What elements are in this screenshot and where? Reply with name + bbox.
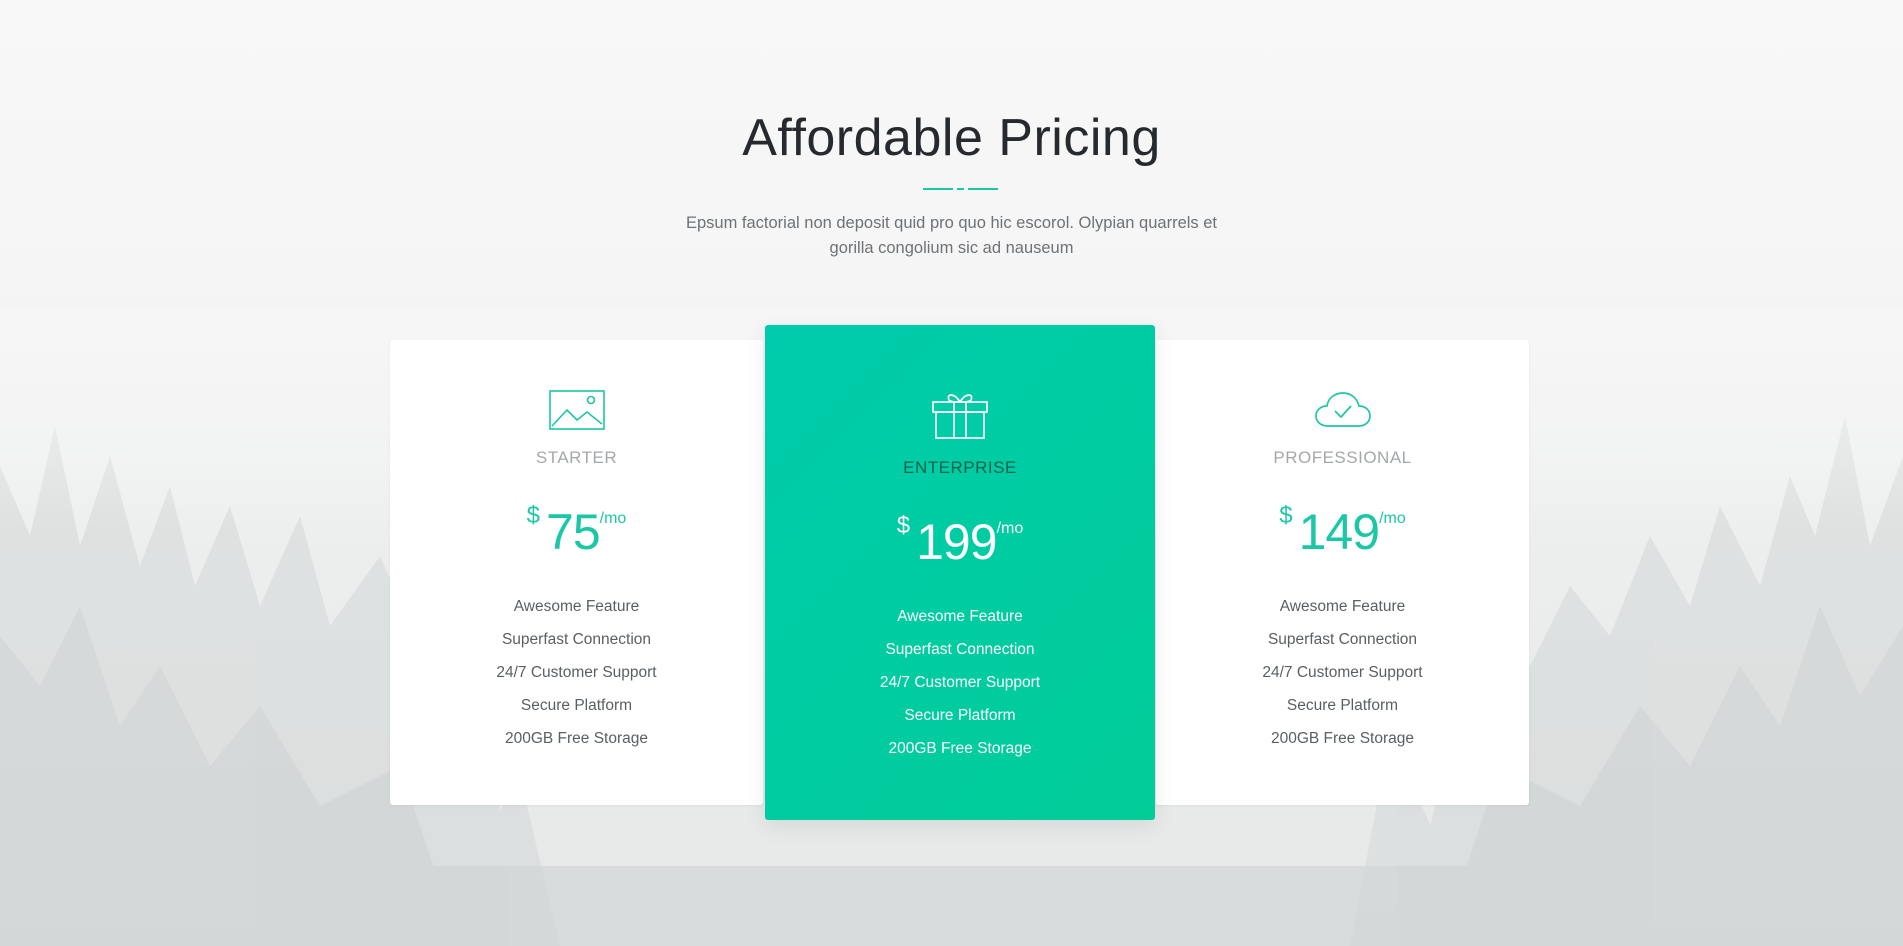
feature-item: Awesome Feature [1279, 598, 1406, 615]
section-title: Affordable Pricing [742, 109, 1161, 167]
price-period: /mo [1379, 510, 1406, 527]
image-icon [548, 390, 605, 430]
feature-item: 24/7 Customer Support [879, 674, 1041, 691]
feature-item: 200GB Free Storage [504, 730, 649, 747]
feature-item: Secure Platform [904, 707, 1016, 724]
feature-item: Superfast Connection [1267, 631, 1418, 648]
price-amount: 199 [916, 514, 997, 570]
feature-list: Awesome Feature Superfast Connection 24/… [390, 590, 763, 755]
feature-item: 200GB Free Storage [888, 740, 1032, 757]
feature-item: 24/7 Customer Support [1262, 664, 1423, 681]
feature-item: Superfast Connection [501, 631, 652, 648]
price-period: /mo [599, 510, 627, 527]
feature-item: Superfast Connection [885, 641, 1035, 658]
price-period: /mo [996, 520, 1024, 537]
feature-item: 24/7 Customer Support [496, 664, 657, 681]
feature-item: Secure Platform [1286, 697, 1399, 714]
feature-item: 200GB Free Storage [1270, 730, 1415, 747]
plan-price: $149/mo [1156, 502, 1529, 562]
plan-name: STARTER [535, 448, 618, 467]
currency-symbol: $ [1279, 502, 1293, 529]
feature-item: Secure Platform [520, 697, 633, 714]
section-subtitle: Epsum factorial non deposit quid pro quo… [0, 211, 1903, 261]
title-divider [923, 188, 998, 190]
feature-list: Awesome Feature Superfast Connection 24/… [765, 600, 1155, 765]
pricing-card-starter[interactable]: STARTER $75/mo Awesome Feature Superfast… [390, 340, 763, 805]
price-amount: 75 [546, 504, 601, 560]
feature-item: Awesome Feature [897, 608, 1023, 625]
plan-name: ENTERPRISE [903, 458, 1017, 477]
pricing-card-professional[interactable]: PROFESSIONAL $149/mo Awesome Feature Sup… [1156, 340, 1529, 805]
currency-symbol: $ [526, 502, 541, 529]
subtitle-line: gorilla congolium sic ad nauseum [829, 239, 1074, 257]
plan-name: PROFESSIONAL [1273, 448, 1412, 467]
feature-item: Awesome Feature [513, 598, 640, 615]
price-amount: 149 [1298, 504, 1380, 560]
gift-icon [932, 394, 988, 439]
pricing-card-enterprise[interactable]: ENTERPRISE $199/mo Awesome Feature Super… [765, 325, 1155, 820]
plan-price: $199/mo [765, 512, 1155, 572]
subtitle-line: Epsum factorial non deposit quid pro quo… [685, 214, 1218, 232]
cloud-check-icon [1314, 392, 1371, 427]
plan-price: $75/mo [390, 502, 763, 562]
feature-list: Awesome Feature Superfast Connection 24/… [1156, 590, 1529, 755]
currency-symbol: $ [896, 512, 911, 539]
